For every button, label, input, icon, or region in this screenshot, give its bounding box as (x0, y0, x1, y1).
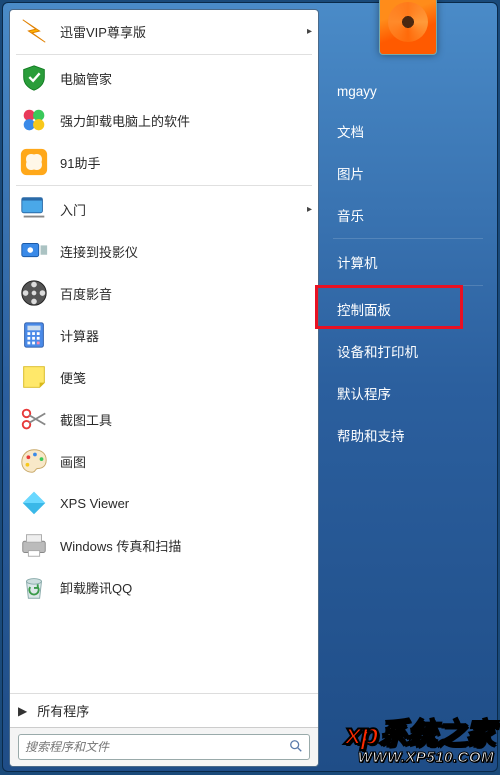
program-uninstall-qq[interactable]: 卸载腾讯QQ (10, 566, 318, 608)
program-calculator[interactable]: 计算器 (10, 314, 318, 356)
submenu-arrow-icon: ▸ (307, 204, 312, 215)
flag-icon (18, 193, 50, 225)
program-panel: 迅雷VIP尊享版 ▸ 电脑管家 强力卸载电脑上的软件 (9, 9, 319, 767)
start-menu: 迅雷VIP尊享版 ▸ 电脑管家 强力卸载电脑上的软件 (2, 2, 498, 772)
separator (333, 285, 483, 286)
program-label: 入门 (60, 200, 86, 219)
program-label: 91助手 (60, 153, 100, 172)
program-snipping-tool[interactable]: 截图工具 (10, 398, 318, 440)
program-label: 画图 (60, 452, 86, 471)
program-label: Windows 传真和扫描 (60, 536, 181, 555)
right-link-default-programs[interactable]: 默认程序 (319, 372, 497, 414)
sticky-note-icon (18, 361, 50, 393)
program-fax-scan[interactable]: Windows 传真和扫描 (10, 524, 318, 566)
right-panel: mgayy 文档 图片 音乐 计算机 控制面板 设备和打印机 默认程序 帮助和支… (319, 3, 497, 771)
search-icon (289, 739, 303, 756)
right-link-username[interactable]: mgayy (319, 73, 497, 110)
program-baidu-video[interactable]: 百度影音 (10, 272, 318, 314)
all-programs-button[interactable]: ▶ 所有程序 (10, 693, 318, 727)
butterfly-icon (18, 146, 50, 178)
program-label: 连接到投影仪 (60, 242, 138, 261)
search-row (10, 727, 318, 766)
search-input[interactable] (25, 740, 289, 754)
fax-icon (18, 529, 50, 561)
program-label: 迅雷VIP尊享版 (60, 22, 146, 41)
program-label: 百度影音 (60, 284, 112, 303)
recycle-bin-icon (18, 571, 50, 603)
right-link-music[interactable]: 音乐 (319, 194, 497, 236)
xunlei-icon (18, 15, 50, 47)
right-link-pictures[interactable]: 图片 (319, 152, 497, 194)
program-xps-viewer[interactable]: XPS Viewer (10, 482, 318, 524)
xps-icon (18, 487, 50, 519)
all-programs-label: 所有程序 (37, 701, 89, 720)
program-sticky-notes[interactable]: 便笺 (10, 356, 318, 398)
cloverleaf-icon (18, 104, 50, 136)
start-menu-body: 迅雷VIP尊享版 ▸ 电脑管家 强力卸载电脑上的软件 (3, 3, 497, 771)
projector-icon (18, 235, 50, 267)
program-pcmanager[interactable]: 电脑管家 (10, 57, 318, 99)
scissors-icon (18, 403, 50, 435)
triangle-right-icon: ▶ (18, 704, 27, 718)
palette-icon (18, 445, 50, 477)
right-link-devices-printers[interactable]: 设备和打印机 (319, 330, 497, 372)
divider (16, 54, 312, 55)
shield-icon (18, 62, 50, 94)
program-label: 截图工具 (60, 410, 112, 429)
program-label: 电脑管家 (60, 69, 112, 88)
program-getting-started[interactable]: 入门 ▸ (10, 188, 318, 230)
right-link-documents[interactable]: 文档 (319, 110, 497, 152)
program-label: 计算器 (60, 326, 99, 345)
search-box[interactable] (18, 734, 310, 760)
divider (16, 185, 312, 186)
separator (333, 238, 483, 239)
program-label: 卸载腾讯QQ (60, 578, 132, 597)
program-projector[interactable]: 连接到投影仪 (10, 230, 318, 272)
program-force-uninstall[interactable]: 强力卸载电脑上的软件 (10, 99, 318, 141)
calculator-icon (18, 319, 50, 351)
film-reel-icon (18, 277, 50, 309)
program-label: 强力卸载电脑上的软件 (60, 111, 190, 130)
program-paint[interactable]: 画图 (10, 440, 318, 482)
program-label: XPS Viewer (60, 496, 129, 511)
right-link-control-panel[interactable]: 控制面板 (319, 288, 497, 330)
program-91helper[interactable]: 91助手 (10, 141, 318, 183)
user-avatar[interactable] (379, 0, 437, 55)
submenu-arrow-icon: ▸ (307, 26, 312, 37)
program-xunlei-vip[interactable]: 迅雷VIP尊享版 ▸ (10, 10, 318, 52)
right-link-computer[interactable]: 计算机 (319, 241, 497, 283)
right-link-help-support[interactable]: 帮助和支持 (319, 414, 497, 456)
program-list: 迅雷VIP尊享版 ▸ 电脑管家 强力卸载电脑上的软件 (10, 10, 318, 693)
program-label: 便笺 (60, 368, 86, 387)
